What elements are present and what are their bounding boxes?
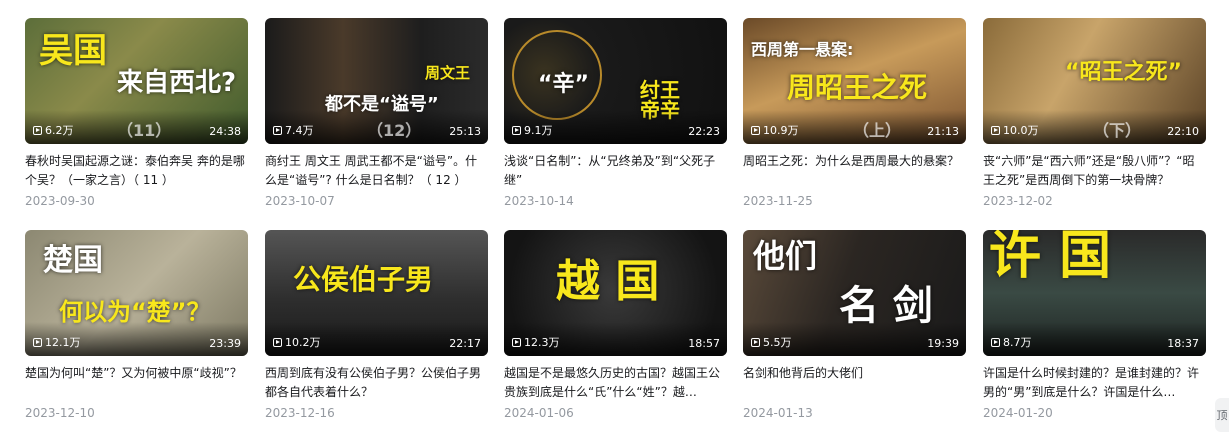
publish-date: 2024-01-06 [504, 406, 574, 420]
thumb-title: “辛” [538, 72, 589, 97]
duration: 18:57 [688, 337, 720, 350]
video-thumbnail[interactable]: 他们 名 剑 5.5万 19:39 [743, 230, 966, 356]
video-thumbnail[interactable]: 越 国 12.3万 18:57 [504, 230, 727, 356]
video-title[interactable]: 西周到底有没有公侯伯子男？公侯伯子男都各自代表着什么？ [265, 364, 488, 402]
video-card[interactable]: 西周第一悬案: 周昭王之死 10.9万 （上） 21:13 周昭王之死：为什么是… [743, 18, 966, 208]
duration: 25:13 [449, 125, 481, 138]
publish-date: 2023-11-25 [743, 194, 813, 208]
play-count-icon [512, 125, 521, 135]
thumb-title: 公侯伯子男 [293, 263, 434, 296]
episode-label: （上） [853, 121, 902, 140]
play-count-icon [991, 337, 1000, 347]
video-title[interactable]: 许国是什么时候封建的？是谁封建的？许男的“男”到底是什么？许国是什么… [983, 364, 1206, 402]
video-thumbnail[interactable]: 公侯伯子男 10.2万 22:17 [265, 230, 488, 356]
video-card[interactable]: “辛” 纣王 帝辛 9.1万 22:23 浅谈“日名制”：从“兄终弟及”到“父死… [504, 18, 727, 208]
video-card[interactable]: 越 国 12.3万 18:57 越国是不是最悠久历史的古国？越国王公贵族到底是什… [504, 230, 727, 420]
thumb-subtitle: 来自西北? [117, 68, 237, 98]
thumb-title: 他们 [753, 237, 818, 275]
video-thumbnail[interactable]: 都不是“谥号” 周文王 7.4万 （12） 25:13 [265, 18, 488, 144]
duration: 22:17 [449, 337, 481, 350]
play-count-icon [33, 125, 42, 135]
thumb-title: 周昭王之死 [787, 71, 928, 104]
view-count: 8.7万 [991, 334, 1032, 350]
duration: 24:38 [209, 125, 241, 138]
view-count: 6.2万 [33, 122, 74, 138]
video-title[interactable]: 名剑和他背后的大佬们 [743, 364, 966, 402]
view-count: 10.9万 [751, 122, 799, 138]
video-thumbnail[interactable]: “昭王之死” 10.0万 （下） 22:10 [983, 18, 1206, 144]
duration: 23:39 [209, 337, 241, 350]
publish-date: 2024-01-20 [983, 406, 1053, 420]
play-count-icon [751, 337, 760, 347]
video-title[interactable]: 周昭王之死：为什么是西周最大的悬案？ [743, 152, 966, 190]
duration: 22:10 [1167, 125, 1199, 138]
video-title[interactable]: 春秋时吴国起源之谜：泰伯奔吴 奔的是哪个吴？（一家之言）（ 11 ） [25, 152, 248, 190]
video-card[interactable]: 许 国 8.7万 18:37 许国是什么时候封建的？是谁封建的？许男的“男”到底… [983, 230, 1206, 420]
play-count-icon [991, 125, 1000, 135]
view-count: 9.1万 [512, 122, 553, 138]
video-card[interactable]: 吴国 来自西北? 6.2万 （11） 24:38 春秋时吴国起源之谜：泰伯奔吴 … [25, 18, 248, 208]
publish-date: 2023-12-02 [983, 194, 1053, 208]
play-count-icon [33, 337, 42, 347]
play-count-icon [273, 125, 282, 135]
video-card[interactable]: 楚国 何以为“楚”？ 12.1万 23:39 楚国为何叫“楚”？又为何被中原“歧… [25, 230, 248, 420]
video-card[interactable]: “昭王之死” 10.0万 （下） 22:10 丧“六师”是“西六师”还是“殷八师… [983, 18, 1206, 208]
publish-date: 2024-01-13 [743, 406, 813, 420]
duration: 19:39 [927, 337, 959, 350]
video-thumbnail[interactable]: 西周第一悬案: 周昭王之死 10.9万 （上） 21:13 [743, 18, 966, 144]
video-card[interactable]: 都不是“谥号” 周文王 7.4万 （12） 25:13 商纣王 周文王 周武王都… [265, 18, 488, 208]
thumb-subtitle: 周文王 [425, 64, 471, 82]
episode-label: （11） [117, 121, 172, 140]
video-title[interactable]: 越国是不是最悠久历史的古国？越国王公贵族到底是什么“氏”什么“姓”？越… [504, 364, 727, 402]
episode-label: （12） [367, 121, 422, 140]
view-count: 10.0万 [991, 122, 1039, 138]
video-thumbnail[interactable]: 楚国 何以为“楚”？ 12.1万 23:39 [25, 230, 248, 356]
video-title[interactable]: 浅谈“日名制”：从“兄终弟及”到“父死子继” [504, 152, 727, 190]
thumb-subtitle: 何以为“楚”？ [59, 298, 211, 326]
play-count-icon [751, 125, 760, 135]
video-thumbnail[interactable]: 许 国 8.7万 18:37 [983, 230, 1206, 356]
view-count: 12.1万 [33, 334, 81, 350]
publish-date: 2023-10-14 [504, 194, 574, 208]
thumb-subtitle: 名 剑 [839, 283, 933, 329]
back-to-top-button[interactable]: 顶 [1215, 398, 1229, 432]
duration: 18:37 [1167, 337, 1199, 350]
duration: 21:13 [927, 125, 959, 138]
thumb-title: “昭王之死” [1065, 60, 1182, 85]
publish-date: 2023-09-30 [25, 194, 95, 208]
view-count: 10.2万 [273, 334, 321, 350]
view-count: 5.5万 [751, 334, 792, 350]
video-card[interactable]: 他们 名 剑 5.5万 19:39 名剑和他背后的大佬们 2024-01-13 [743, 230, 966, 420]
view-count: 7.4万 [273, 122, 314, 138]
play-count-icon [273, 337, 282, 347]
duration: 22:23 [688, 125, 720, 138]
episode-label: （下） [1093, 121, 1142, 140]
video-thumbnail[interactable]: “辛” 纣王 帝辛 9.1万 22:23 [504, 18, 727, 144]
thumb-title: 越 国 [556, 256, 660, 307]
video-title[interactable]: 商纣王 周文王 周武王都不是“谥号”。什么是“谥号”? 什么是日名制？（ 12 … [265, 152, 488, 190]
play-count-icon [512, 337, 521, 347]
video-title[interactable]: 楚国为何叫“楚”？又为何被中原“歧视”？ [25, 364, 248, 402]
publish-date: 2023-12-16 [265, 406, 335, 420]
video-thumbnail[interactable]: 吴国 来自西北? 6.2万 （11） 24:38 [25, 18, 248, 144]
thumb-title: 许 国 [989, 230, 1112, 286]
video-title[interactable]: 丧“六师”是“西六师”还是“殷八师”？“昭王之死”是西周倒下的第一块骨牌？ [983, 152, 1206, 190]
thumb-title: 吴国 [39, 31, 107, 71]
thumb-title: 楚国 [43, 243, 103, 278]
thumb-subtitle: 西周第一悬案: [751, 40, 854, 59]
publish-date: 2023-10-07 [265, 194, 335, 208]
video-card[interactable]: 公侯伯子男 10.2万 22:17 西周到底有没有公侯伯子男？公侯伯子男都各自代… [265, 230, 488, 420]
view-count: 12.3万 [512, 334, 560, 350]
publish-date: 2023-12-10 [25, 406, 95, 420]
